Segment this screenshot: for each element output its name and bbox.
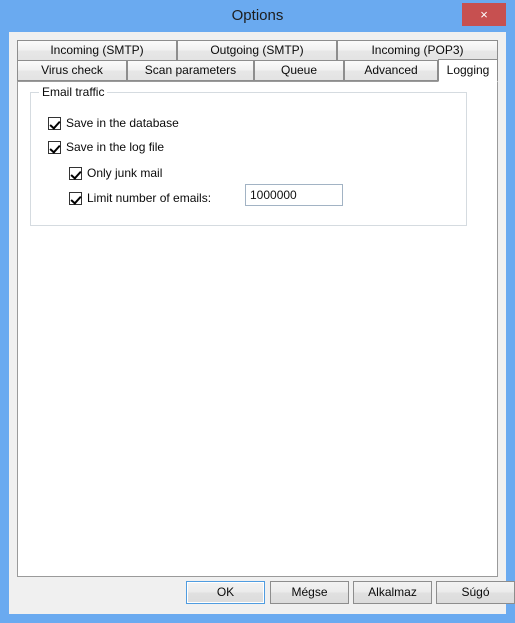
tab-advanced[interactable]: Advanced [344,60,438,81]
title-bar[interactable]: Options × [0,0,515,32]
tab-control: Incoming (SMTP) Outgoing (SMTP) Incoming… [17,40,498,577]
tab-strip: Incoming (SMTP) Outgoing (SMTP) Incoming… [17,40,498,82]
checkbox-label: Save in the database [66,115,179,130]
checkbox-label: Limit number of emails: [87,190,212,205]
cancel-button[interactable]: Mégse [270,581,349,604]
tab-logging[interactable]: Logging [438,59,498,82]
checkbox-label: Only junk mail [87,165,163,180]
checkbox-save-in-log-file[interactable]: Save in the log file [48,139,164,155]
options-dialog-window: Options × Incoming (SMTP) Outgoing (SMTP… [0,0,515,623]
tab-incoming-pop3[interactable]: Incoming (POP3) [337,40,498,61]
checkmark-icon[interactable] [69,191,82,205]
close-icon: × [480,7,488,22]
ok-button[interactable]: OK [186,581,265,604]
window-title: Options [231,7,284,24]
groupbox-title: Email traffic [39,85,108,100]
checkbox-limit-number-of-emails[interactable]: Limit number of emails: [69,190,211,206]
dialog-client-area: Incoming (SMTP) Outgoing (SMTP) Incoming… [9,32,515,614]
checkbox-save-in-database[interactable]: Save in the database [48,115,179,131]
dialog-button-bar: OK Mégse Alkalmaz Súgó [9,577,515,614]
tab-queue[interactable]: Queue [254,60,344,81]
checkbox-only-junk-mail[interactable]: Only junk mail [69,165,162,181]
checkbox-label: Save in the log file [66,139,165,154]
limit-number-of-emails-input[interactable] [245,184,343,206]
tab-scan-parameters[interactable]: Scan parameters [127,60,254,81]
checkmark-icon[interactable] [48,116,61,130]
tab-virus-check[interactable]: Virus check [17,60,127,81]
apply-button[interactable]: Alkalmaz [353,581,432,604]
tab-incoming-smtp[interactable]: Incoming (SMTP) [17,40,177,61]
help-button[interactable]: Súgó [436,581,515,604]
checkmark-icon[interactable] [48,140,61,154]
close-button[interactable]: × [462,3,506,26]
checkmark-icon[interactable] [69,166,82,180]
email-traffic-groupbox: Email traffic Save in the database Save … [30,85,467,226]
tab-page-logging: Email traffic Save in the database Save … [17,81,498,577]
tab-outgoing-smtp[interactable]: Outgoing (SMTP) [177,40,337,61]
